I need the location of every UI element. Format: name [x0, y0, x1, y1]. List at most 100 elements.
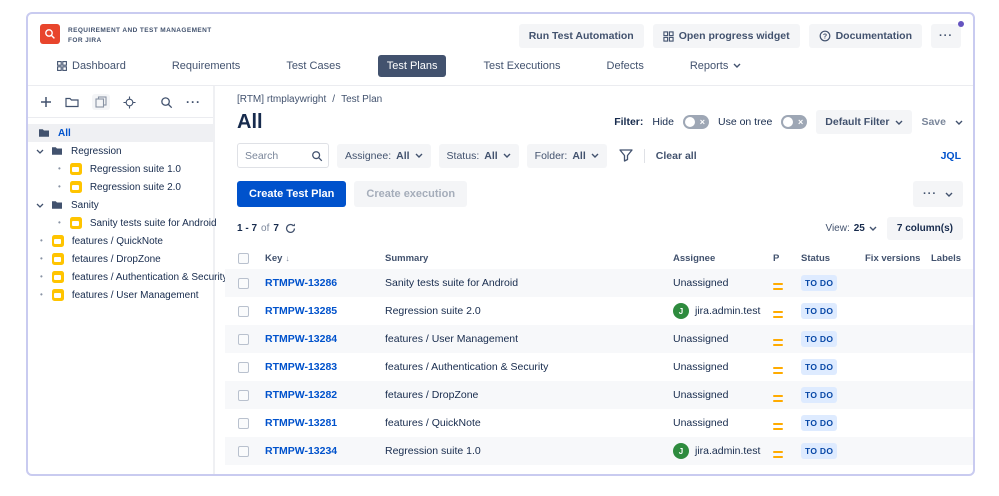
save-filter-button[interactable]: Save — [921, 116, 946, 128]
header-more-button[interactable]: ··· — [931, 24, 961, 48]
column-header-assignee[interactable]: Assignee — [673, 253, 773, 264]
row-checkbox[interactable] — [238, 334, 249, 345]
table-header-row: Key↓ Summary Assignee P Status Fix versi… — [225, 247, 973, 269]
tab-reports[interactable]: Reports — [681, 55, 751, 77]
row-assignee: J jira.admin.test — [673, 443, 773, 459]
issue-key-link[interactable]: RTMPW-13284 — [265, 333, 337, 345]
row-summary: features / User Management — [385, 333, 673, 345]
assignee-filter-dropdown[interactable]: Assignee:All — [337, 144, 431, 168]
pagination-total: 7 — [273, 223, 279, 234]
tree-item-regression-suite-1[interactable]: • Regression suite 1.0 — [28, 160, 213, 178]
row-checkbox[interactable] — [238, 446, 249, 457]
tab-requirements[interactable]: Requirements — [163, 55, 249, 77]
table-row[interactable]: RTMPW-13283 features / Authentication & … — [225, 353, 973, 381]
issue-key-link[interactable]: RTMPW-13285 — [265, 305, 337, 317]
column-header-key[interactable]: Key↓ — [265, 253, 385, 264]
column-header-summary[interactable]: Summary — [385, 253, 673, 264]
hide-toggle[interactable] — [683, 115, 709, 129]
more-icon: ··· — [923, 188, 937, 200]
chevron-down-icon — [415, 153, 423, 158]
more-filters-funnel-icon[interactable] — [619, 149, 633, 162]
issue-key-link[interactable]: RTMPW-13283 — [265, 361, 337, 373]
row-checkbox[interactable] — [238, 306, 249, 317]
view-page-size-dropdown[interactable]: View:25 — [825, 223, 876, 234]
table-row[interactable]: RTMPW-13285 Regression suite 2.0 J jira.… — [225, 297, 973, 325]
row-checkbox[interactable] — [238, 390, 249, 401]
locate-icon[interactable] — [123, 96, 136, 109]
column-header-status[interactable]: Status — [801, 253, 865, 264]
tree-item-sanity[interactable]: Sanity — [28, 196, 213, 214]
tree-item-regression[interactable]: Regression — [28, 142, 213, 160]
table-row[interactable]: RTMPW-13284 features / User Management U… — [225, 325, 973, 353]
tree-item-features-user-management[interactable]: • features / User Management — [28, 286, 213, 304]
priority-medium-icon — [773, 332, 801, 346]
save-dropdown-chevron-icon[interactable] — [955, 120, 963, 125]
copy-icon[interactable] — [92, 94, 110, 110]
status-badge: TO DO — [801, 443, 837, 459]
clear-all-button[interactable]: Clear all — [656, 150, 697, 162]
table-row[interactable]: RTMPW-13282 fetaures / DropZone Unassign… — [225, 381, 973, 409]
columns-button[interactable]: 7 column(s) — [887, 217, 963, 240]
table-row[interactable]: RTMPW-13234 Regression suite 1.0 J jira.… — [225, 437, 973, 465]
tab-defects[interactable]: Defects — [598, 55, 653, 77]
test-plan-icon — [70, 217, 82, 229]
issue-key-link[interactable]: RTMPW-13286 — [265, 277, 337, 289]
tab-test-executions[interactable]: Test Executions — [474, 55, 569, 77]
status-filter-dropdown[interactable]: Status:All — [439, 144, 519, 168]
tab-dashboard[interactable]: Dashboard — [48, 55, 135, 77]
folder-icon — [51, 200, 63, 210]
row-checkbox[interactable] — [238, 418, 249, 429]
default-filter-dropdown[interactable]: Default Filter — [816, 110, 912, 134]
tree-item-features-auth-security[interactable]: • features / Authentication & Security — [28, 268, 213, 286]
row-checkbox[interactable] — [238, 362, 249, 373]
tree-more-icon[interactable]: ··· — [186, 95, 201, 109]
chevron-down-icon[interactable] — [36, 203, 44, 208]
run-test-automation-button[interactable]: Run Test Automation — [519, 24, 644, 48]
priority-medium-icon — [773, 416, 801, 430]
folder-filter-dropdown[interactable]: Folder:All — [527, 144, 607, 168]
filter-controls: Filter: Hide Use on tree Default Filter … — [614, 110, 963, 134]
header-actions: Run Test Automation Open progress widget… — [519, 24, 961, 48]
table-row[interactable]: RTMPW-13281 features / QuickNote Unassig… — [225, 409, 973, 437]
test-plans-table: Key↓ Summary Assignee P Status Fix versi… — [225, 247, 973, 465]
row-summary: Regression suite 1.0 — [385, 445, 673, 457]
create-execution-button[interactable]: Create execution — [354, 181, 467, 207]
use-on-tree-toggle[interactable] — [781, 115, 807, 129]
row-summary: fetaures / DropZone — [385, 389, 673, 401]
column-header-labels[interactable]: Labels — [931, 253, 973, 264]
chevron-down-icon — [591, 153, 599, 158]
table-more-actions-button[interactable]: ··· — [913, 181, 963, 207]
tree-item-fetaures-dropzone[interactable]: • fetaures / DropZone — [28, 250, 213, 268]
chevron-down-icon[interactable] — [36, 149, 44, 154]
column-header-priority[interactable]: P — [773, 253, 801, 264]
tree-item-regression-suite-2[interactable]: • Regression suite 2.0 — [28, 178, 213, 196]
tree-search-icon[interactable] — [160, 96, 173, 109]
priority-medium-icon — [773, 276, 801, 290]
add-icon[interactable] — [40, 96, 52, 108]
row-assignee: Unassigned — [673, 389, 773, 401]
open-progress-widget-button[interactable]: Open progress widget — [653, 24, 800, 48]
issue-key-link[interactable]: RTMPW-13281 — [265, 417, 337, 429]
breadcrumb-project-link[interactable]: [RTM] rtmplaywright — [237, 94, 326, 105]
jql-link[interactable]: JQL — [941, 150, 963, 162]
column-header-fix-versions[interactable]: Fix versions — [865, 253, 931, 264]
chevron-down-icon — [503, 153, 511, 158]
tab-test-cases[interactable]: Test Cases — [277, 55, 349, 77]
refresh-icon[interactable] — [285, 223, 296, 234]
select-all-checkbox[interactable] — [238, 253, 249, 264]
folder-icon[interactable] — [65, 96, 79, 108]
breadcrumb-current[interactable]: Test Plan — [341, 94, 382, 105]
table-row[interactable]: RTMPW-13286 Sanity tests suite for Andro… — [225, 269, 973, 297]
tree-item-sanity-tests-android[interactable]: • Sanity tests suite for Android — [28, 214, 213, 232]
documentation-button[interactable]: ? Documentation — [809, 24, 922, 48]
folder-icon — [38, 128, 50, 138]
issue-key-link[interactable]: RTMPW-13282 — [265, 389, 337, 401]
row-checkbox[interactable] — [238, 278, 249, 289]
create-test-plan-button[interactable]: Create Test Plan — [237, 181, 346, 207]
status-badge: TO DO — [801, 331, 837, 347]
main-navigation: Dashboard Requirements Test Cases Test P… — [40, 55, 961, 77]
issue-key-link[interactable]: RTMPW-13234 — [265, 445, 337, 457]
tab-test-plans[interactable]: Test Plans — [378, 55, 447, 77]
tree-item-features-quicknote[interactable]: • features / QuickNote — [28, 232, 213, 250]
tree-item-all[interactable]: All — [28, 124, 213, 142]
